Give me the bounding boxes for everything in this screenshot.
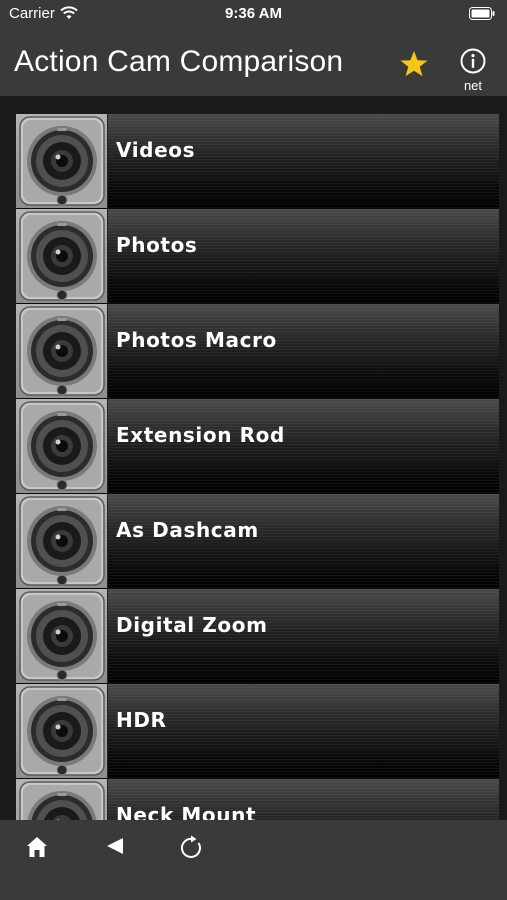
action-camera-icon (19, 591, 105, 681)
action-camera-icon (19, 211, 105, 301)
list-item-label: HDR (116, 708, 167, 732)
bottom-toolbar (0, 820, 507, 874)
thumbnail (16, 304, 108, 398)
action-camera-icon (19, 401, 105, 491)
home-indicator-area (0, 874, 507, 900)
topic-list: Videos Photos Photos Macro Extension Rod… (0, 96, 507, 820)
clock: 9:36 AM (225, 5, 282, 22)
thumbnail (16, 779, 108, 820)
star-icon (400, 51, 428, 77)
list-item[interactable]: Extension Rod (16, 399, 499, 494)
reload-button[interactable] (178, 834, 204, 860)
thumbnail (16, 589, 108, 683)
app-screen: Carrier 9:36 AM Action Cam Comparison ne… (0, 0, 507, 900)
list-item-label: As Dashcam (116, 518, 259, 542)
favorite-button[interactable] (398, 48, 430, 80)
action-camera-icon (19, 496, 105, 586)
info-caption: net (463, 78, 483, 93)
page-title: Action Cam Comparison (14, 45, 344, 78)
navigation-bar: Action Cam Comparison net (0, 28, 507, 96)
list-item[interactable]: Photos (16, 209, 499, 304)
list-item-label: Neck Mount (116, 803, 257, 820)
thumbnail (16, 684, 108, 778)
thumbnail (16, 114, 108, 208)
row-background (108, 684, 499, 778)
list-item[interactable]: Photos Macro (16, 304, 499, 399)
back-button[interactable] (103, 834, 129, 860)
list-item-label: Photos Macro (116, 328, 277, 352)
action-camera-icon (19, 781, 105, 820)
list-item-label: Videos (116, 138, 196, 162)
thumbnail (16, 399, 108, 493)
battery-icon (469, 7, 495, 20)
thumbnail (16, 494, 108, 588)
home-button[interactable] (24, 834, 50, 860)
action-camera-icon (19, 686, 105, 776)
list-item[interactable]: Neck Mount (16, 779, 499, 820)
list-item-label: Digital Zoom (116, 613, 268, 637)
status-bar: Carrier 9:36 AM (0, 0, 507, 28)
list-item[interactable]: Videos (16, 114, 499, 209)
list-item[interactable]: Digital Zoom (16, 589, 499, 684)
back-triangle-icon (107, 838, 123, 854)
list-item-label: Extension Rod (116, 423, 285, 447)
info-circle-icon (460, 48, 486, 74)
list-item[interactable]: HDR (16, 684, 499, 779)
topic-list-inner: Videos Photos Photos Macro Extension Rod… (16, 114, 499, 820)
home-icon (27, 837, 47, 857)
action-camera-icon (19, 116, 105, 206)
info-button[interactable]: net (456, 48, 490, 94)
action-camera-icon (19, 306, 105, 396)
reload-icon (180, 835, 201, 858)
list-item[interactable]: As Dashcam (16, 494, 499, 589)
list-item-label: Photos (116, 233, 198, 257)
thumbnail (16, 209, 108, 303)
